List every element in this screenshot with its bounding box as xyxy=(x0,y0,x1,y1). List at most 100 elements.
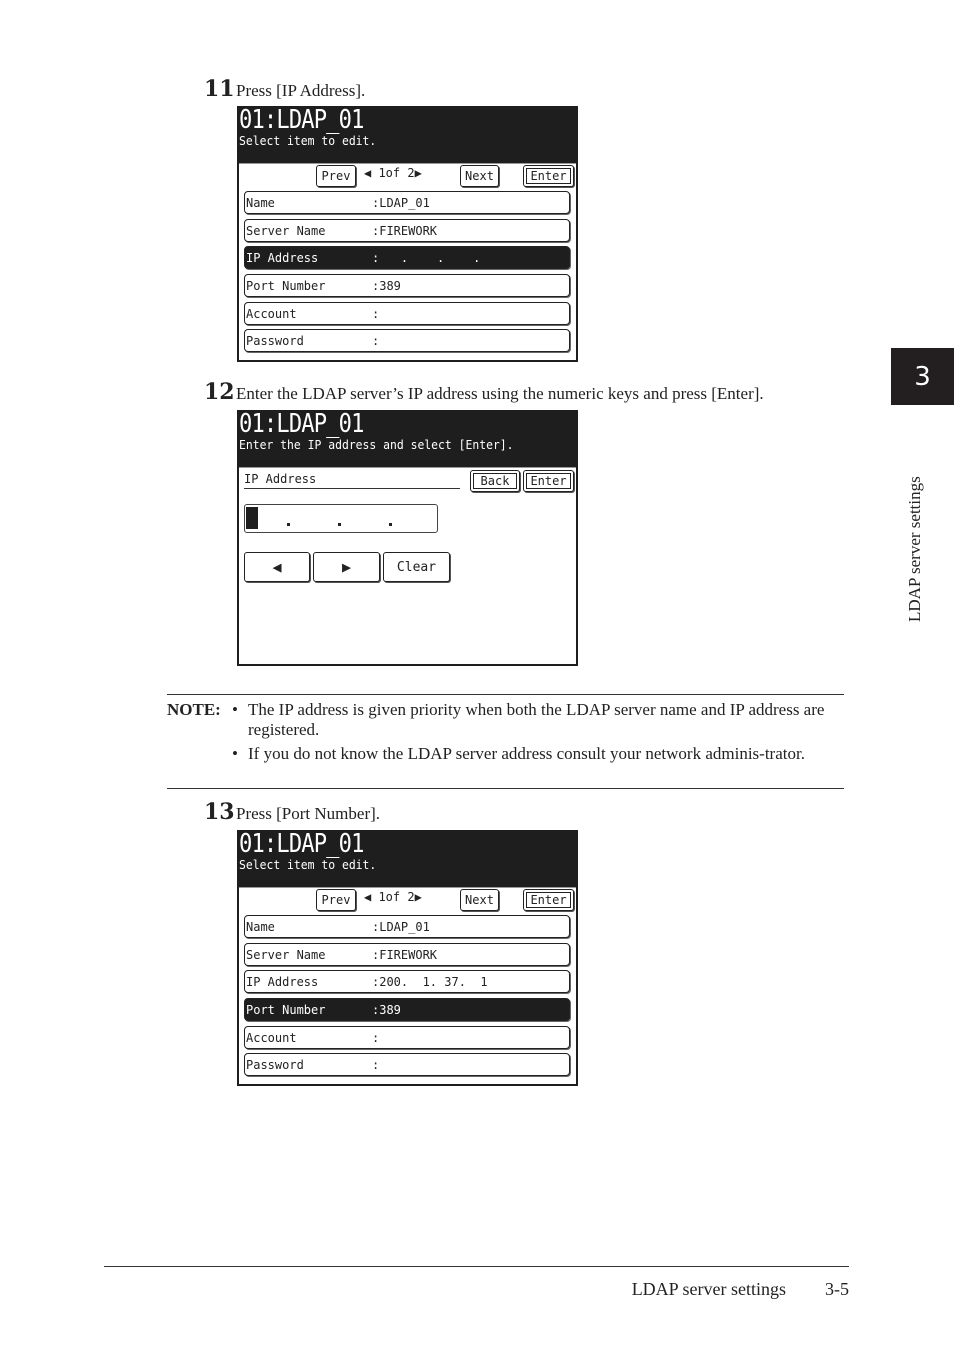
screen-body: IP Address Back Enter ◀ ▶ Clear xyxy=(237,466,578,666)
page-number: 3-5 xyxy=(825,1279,849,1299)
screen-title: 01:LDAP_01 xyxy=(239,105,364,135)
next-button[interactable]: Next xyxy=(460,889,499,911)
screen-header: 01:LDAP_01 Enter the IP address and sele… xyxy=(237,410,578,466)
left-arrow-icon: ◀ xyxy=(364,890,379,904)
cursor-left-button[interactable]: ◀ xyxy=(244,552,310,582)
step-12: 12 Enter the LDAP server’s IP address us… xyxy=(204,379,764,405)
ip-separator-dot xyxy=(389,523,392,526)
list-row-port-number[interactable]: Port Number :389 xyxy=(244,274,570,297)
page-indicator: 1of 2 xyxy=(378,166,415,180)
right-arrow-icon: ▶ xyxy=(414,166,422,180)
lcd-screen-ip-entry: 01:LDAP_01 Enter the IP address and sele… xyxy=(237,410,578,666)
row-label: Password xyxy=(246,1057,304,1072)
next-button[interactable]: Next xyxy=(460,165,499,187)
left-arrow-icon: ◀ xyxy=(272,558,282,576)
ip-address-field-label: IP Address xyxy=(244,470,460,489)
note-box: NOTE: • The IP address is given priority… xyxy=(167,694,844,789)
list-row-account[interactable]: Account: xyxy=(244,1026,570,1049)
list-row-password[interactable]: Password: xyxy=(244,1053,570,1076)
note-text: If you do not know the LDAP server addre… xyxy=(248,744,805,763)
chapter-tab: 3 xyxy=(891,348,954,405)
prev-button[interactable]: Prev xyxy=(316,889,356,911)
right-arrow-icon: ▶ xyxy=(341,558,352,576)
list-row-port-number[interactable]: Port Number :389 xyxy=(244,998,570,1021)
prev-button[interactable]: Prev xyxy=(316,165,356,187)
row-value: : xyxy=(372,306,380,321)
chapter-side-label: LDAP server settings xyxy=(905,476,924,622)
row-value: :FIREWORK xyxy=(372,223,438,238)
lcd-screen-item-list-1: 01:LDAP_01 Select item to edit. Prev ◀ 1… xyxy=(237,106,578,362)
clear-button[interactable]: Clear xyxy=(383,552,450,582)
screen-title: 01:LDAP_01 xyxy=(239,829,364,859)
bullet-icon: • xyxy=(232,700,238,719)
ip-address-input[interactable] xyxy=(244,504,438,533)
note-label: NOTE: xyxy=(167,700,221,719)
list-row-ip-address[interactable]: IP Address : . . . xyxy=(244,246,570,269)
pager: ◀ 1of 2▶ xyxy=(364,890,422,904)
row-value: :200. 1. 37. 1 xyxy=(372,974,488,989)
row-value: : . . . xyxy=(372,250,481,265)
screen-title: 01:LDAP_01 xyxy=(239,409,364,439)
left-arrow-icon: ◀ xyxy=(364,166,379,180)
list-row-ip-address[interactable]: IP Address :200. 1. 37. 1 xyxy=(244,970,570,993)
step-number: 12 xyxy=(204,379,235,405)
note-text: The IP address is given priority when bo… xyxy=(248,700,825,739)
text-cursor xyxy=(246,507,258,529)
enter-button[interactable]: Enter xyxy=(523,889,574,911)
right-arrow-icon: ▶ xyxy=(414,890,422,904)
note-item: • The IP address is given priority when … xyxy=(232,700,832,740)
step-13: 13 Press [Port Number]. xyxy=(204,799,380,825)
screen-body: Prev ◀ 1of 2▶ Next Enter Name :LDAP_01 Se… xyxy=(237,162,578,362)
list-row-server-name[interactable]: Server Name :FIREWORK xyxy=(244,943,570,966)
row-label: Account xyxy=(246,306,297,321)
row-label: Name xyxy=(246,919,275,934)
list-row-name[interactable]: Name :LDAP_01 xyxy=(244,915,570,938)
step-number: 11 xyxy=(204,76,235,102)
row-label: Password xyxy=(246,333,304,348)
row-label: Name xyxy=(246,195,275,210)
screen-subtitle: Select item to edit. xyxy=(239,858,377,872)
bullet-icon: • xyxy=(232,744,238,763)
ip-separator-dot xyxy=(287,523,290,526)
page-indicator: 1of 2 xyxy=(378,890,415,904)
row-value: :FIREWORK xyxy=(372,947,438,962)
row-label: Port Number xyxy=(246,1002,326,1017)
step-11: 11 Press [IP Address]. xyxy=(204,76,365,102)
lcd-screen-item-list-2: 01:LDAP_01 Select item to edit. Prev ◀ 1… xyxy=(237,830,578,1086)
footer-divider xyxy=(104,1266,849,1267)
row-value: :389 xyxy=(372,278,401,293)
step-number: 13 xyxy=(204,799,235,825)
row-label: IP Address xyxy=(246,250,319,265)
enter-button[interactable]: Enter xyxy=(523,165,574,187)
row-value: :389 xyxy=(372,1002,401,1017)
row-value: :LDAP_01 xyxy=(372,195,430,210)
pager: ◀ 1of 2▶ xyxy=(364,166,422,180)
screen-header: 01:LDAP_01 Select item to edit. xyxy=(237,106,578,162)
step-text: Press [IP Address]. xyxy=(236,81,366,100)
list-row-password[interactable]: Password: xyxy=(244,329,570,352)
row-label: Port Number xyxy=(246,278,326,293)
list-row-account[interactable]: Account: xyxy=(244,302,570,325)
back-button[interactable]: Back xyxy=(470,470,520,492)
row-label: Server Name xyxy=(246,223,326,238)
step-text: Enter the LDAP server’s IP address using… xyxy=(236,384,764,403)
row-value: : xyxy=(372,1057,380,1072)
ip-separator-dot xyxy=(338,523,341,526)
screen-subtitle: Select item to edit. xyxy=(239,134,377,148)
screen-subtitle: Enter the IP address and select [Enter]. xyxy=(239,438,514,452)
list-row-server-name[interactable]: Server Name :FIREWORK xyxy=(244,219,570,242)
footer-section-title: LDAP server settings xyxy=(631,1279,786,1299)
row-label: IP Address xyxy=(246,974,319,989)
list-row-name[interactable]: Name :LDAP_01 xyxy=(244,191,570,214)
enter-button[interactable]: Enter xyxy=(523,470,574,492)
row-label: Account xyxy=(246,1030,297,1045)
screen-body: Prev ◀ 1of 2▶ Next Enter Name :LDAP_01 Se… xyxy=(237,886,578,1086)
screen-header: 01:LDAP_01 Select item to edit. xyxy=(237,830,578,886)
note-item: • If you do not know the LDAP server add… xyxy=(232,744,832,764)
cursor-right-button[interactable]: ▶ xyxy=(313,552,380,582)
step-text: Press [Port Number]. xyxy=(236,804,381,823)
row-value: : xyxy=(372,333,380,348)
row-value: : xyxy=(372,1030,380,1045)
row-value: :LDAP_01 xyxy=(372,919,430,934)
row-label: Server Name xyxy=(246,947,326,962)
